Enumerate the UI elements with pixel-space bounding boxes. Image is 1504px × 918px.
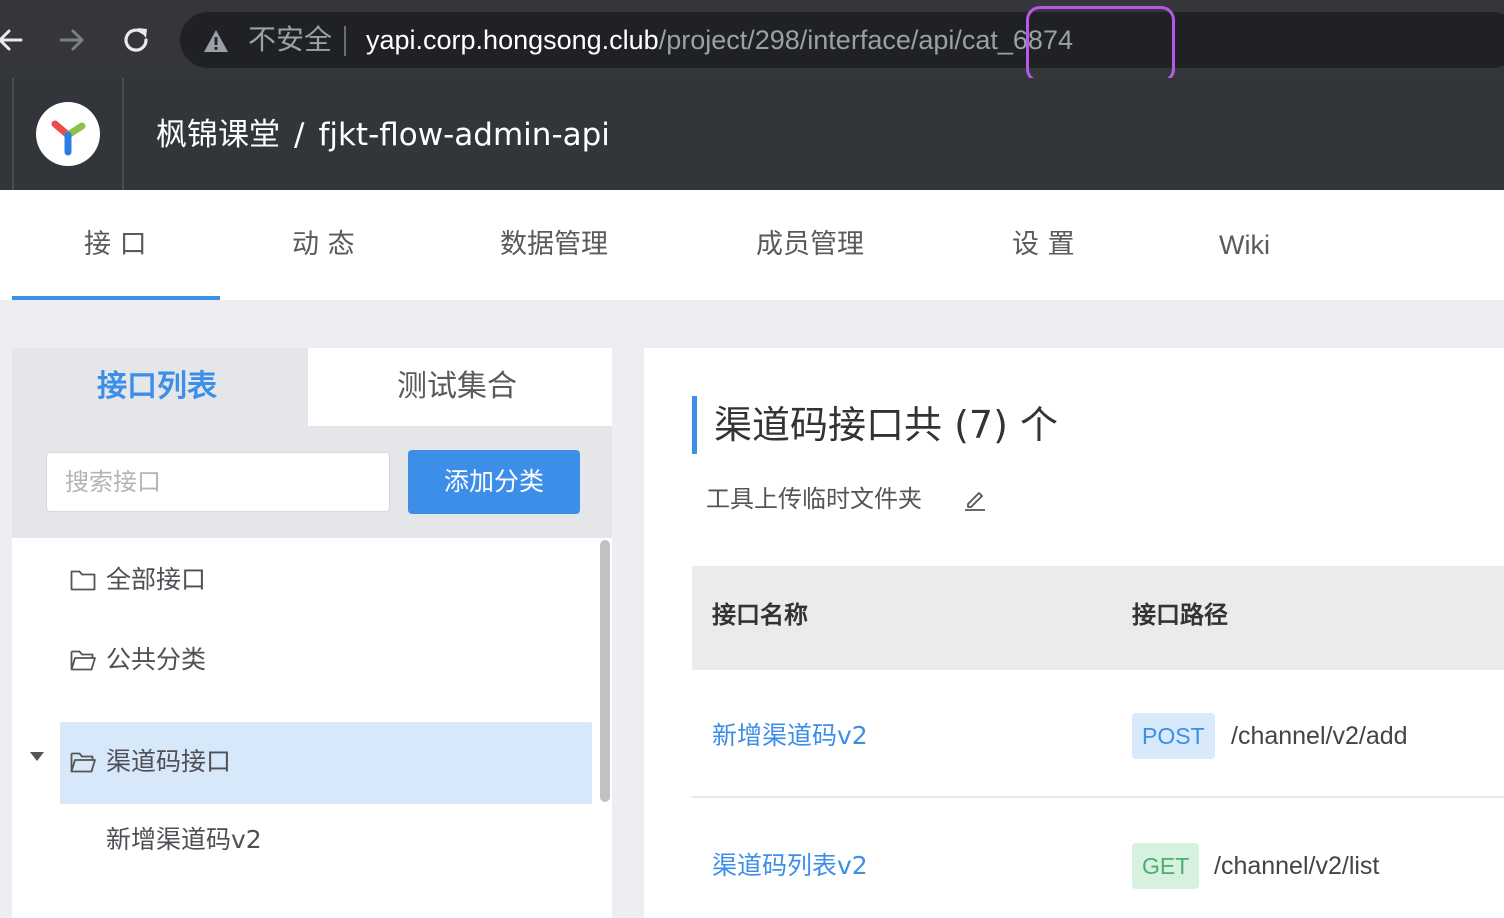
tree-item-label: 公共分类 [106,645,207,674]
interface-name-link[interactable]: 新增渠道码v2 [712,718,868,754]
tab-data-management[interactable]: 数据管理 [500,226,608,264]
category-description: 工具上传临时文件夹 [706,485,922,513]
table-row: 渠道码列表v2 GET /channel/v2/list [692,800,1504,918]
table-header: 接口名称 接口路径 [692,566,1504,670]
browser-toolbar: 不安全 yapi.corp.hongsong.club/project/298/… [0,0,1504,83]
annotation-highlight-box [1026,6,1175,83]
tree-child-item[interactable]: 新增渠道码v2 [106,822,262,858]
title-accent-bar [692,396,697,454]
project-breadcrumb: 枫锦课堂 / fjkt-flow-admin-api [156,114,610,156]
sidebar-toolbar: 添加分类 [12,426,612,538]
search-input[interactable] [46,452,390,512]
project-tabs: 接 口 动 态 数据管理 成员管理 设 置 Wiki [0,190,1504,300]
tab-interface-list-label: 接口列表 [97,369,217,404]
category-tree: 全部接口 公共分类 渠道码接口 新增渠道码v2 [12,538,612,918]
reload-button[interactable] [116,20,156,60]
breadcrumb-project[interactable]: fjkt-flow-admin-api [318,117,609,153]
reload-icon [124,28,148,52]
interface-name-link[interactable]: 渠道码列表v2 [712,848,868,884]
url-text[interactable]: yapi.corp.hongsong.club/project/298/inte… [366,22,1073,58]
active-tab-indicator [12,296,220,300]
category-title: 渠道码接口共 (7) 个 [714,403,1058,447]
interface-path: /channel/v2/list [1214,852,1380,880]
method-badge: POST [1132,713,1215,759]
tab-wiki[interactable]: Wiki [1219,226,1270,264]
url-host: yapi.corp.hongsong.club [366,25,659,55]
folder-open-icon [70,752,96,773]
arrow-left-icon [0,29,23,51]
tree-item-all[interactable]: 全部接口 [60,540,592,620]
folder-open-icon [70,650,96,671]
tab-test-collection[interactable]: 测试集合 [312,348,610,426]
tree-item-channel-code[interactable]: 渠道码接口 [60,722,592,804]
tab-interface-list[interactable]: 接口列表 [12,348,308,426]
interface-path: /channel/v2/add [1231,722,1408,750]
forward-button[interactable] [52,20,92,60]
arrow-right-icon [59,29,84,51]
tab-test-collection-label: 测试集合 [397,369,517,404]
back-button[interactable] [0,20,30,60]
insecure-label: 不安全 [248,23,333,56]
tree-item-label: 全部接口 [106,565,207,594]
tree-item-public[interactable]: 公共分类 [60,620,592,700]
warning-icon [204,30,228,52]
tab-interface[interactable]: 接 口 [84,226,147,264]
omnibox-divider [344,26,346,56]
sidebar-scrollbar[interactable] [600,540,610,802]
tab-activity[interactable]: 动 态 [292,226,355,264]
address-bar[interactable]: 不安全 yapi.corp.hongsong.club/project/298/… [180,12,1504,68]
column-header-path: 接口路径 [1132,601,1228,629]
column-header-name: 接口名称 [712,601,808,629]
yapi-logo[interactable] [36,102,100,166]
header-divider [12,78,14,190]
caret-down-icon[interactable] [30,752,44,761]
tab-member-management[interactable]: 成员管理 [756,226,864,264]
interface-sidebar: 接口列表 测试集合 添加分类 全部接口 公共分类 渠道码接口 新增渠道码v2 [12,348,612,918]
interface-list-panel: 渠道码接口共 (7) 个 工具上传临时文件夹 接口名称 接口路径 新增渠道码v2… [644,348,1504,918]
table-row: 新增渠道码v2 POST /channel/v2/add [692,670,1504,798]
folder-icon [70,570,96,591]
method-badge: GET [1132,843,1200,889]
tab-settings[interactable]: 设 置 [1012,226,1075,264]
breadcrumb-separator: / [294,117,305,153]
breadcrumb-group[interactable]: 枫锦课堂 [156,117,280,153]
yapi-logo-icon [51,120,86,156]
tree-item-label: 渠道码接口 [106,747,232,776]
url-path: /project/298/interface/api/cat_6874 [658,25,1073,55]
add-category-button[interactable]: 添加分类 [408,450,580,514]
app-header: 枫锦课堂 / fjkt-flow-admin-api [0,78,1504,190]
edit-icon[interactable] [962,486,988,512]
header-divider [122,78,124,190]
